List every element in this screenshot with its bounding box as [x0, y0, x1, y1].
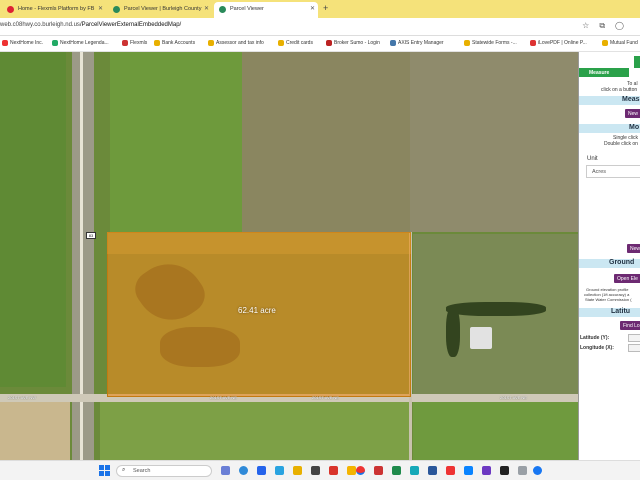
measure-header: Meas — [579, 96, 640, 105]
route-shield-icon: 83 — [86, 232, 96, 239]
tree-belt — [446, 302, 546, 316]
app-icon[interactable] — [446, 466, 455, 475]
chrome-icon[interactable] — [356, 466, 365, 475]
address-bar: web.c08hwy.co.burleigh.nd.us/ParcelViewe… — [0, 18, 640, 36]
amazon-icon[interactable] — [500, 466, 509, 475]
field — [110, 52, 242, 232]
app-icon[interactable] — [374, 466, 383, 475]
browser-tab-bar: Home - Flexmls Platform by FB ✕ Parcel V… — [0, 0, 640, 18]
bookmark-item[interactable]: Bank Accounts — [154, 40, 195, 46]
outlook-icon[interactable] — [257, 466, 266, 475]
tree-belt — [446, 307, 460, 357]
edge-icon[interactable] — [239, 466, 248, 475]
field — [410, 52, 578, 232]
bookmarks-bar: NextHome Inc. NextHome Legenda... Flexml… — [0, 36, 640, 52]
folder-icon — [602, 40, 608, 46]
longitude-label: Longitude (X): — [580, 345, 614, 351]
folder-icon — [278, 40, 284, 46]
road-label: 201ST AVE NE — [312, 395, 339, 400]
bookmark-item[interactable]: Flexmls — [122, 40, 147, 46]
folder-icon — [208, 40, 214, 46]
field — [413, 402, 578, 460]
close-tab-icon[interactable]: ✕ — [310, 5, 315, 12]
store-icon[interactable] — [311, 466, 320, 475]
app-icon[interactable] — [329, 466, 338, 475]
field — [0, 402, 70, 460]
latitude-input[interactable] — [628, 334, 640, 342]
longitude-input[interactable] — [628, 344, 640, 352]
parcel-viewer-favicon-icon — [219, 6, 226, 13]
latitude-label: Latitude (Y): — [580, 335, 610, 341]
panel-tab[interactable] — [634, 56, 640, 68]
find-location-button[interactable]: Find Lo — [620, 321, 640, 330]
bookmark-item[interactable]: Broker Sumo - Login — [326, 40, 380, 46]
bookmark-favicon-icon — [326, 40, 332, 46]
new-measure-button-2[interactable]: New — [627, 244, 640, 253]
app-icon[interactable] — [518, 466, 527, 475]
taskbar-search[interactable]: ⌕ Search — [116, 465, 212, 477]
tab-flexmls[interactable]: Home - Flexmls Platform by FB ✕ — [2, 2, 106, 18]
ground-elevation-header: Ground — [579, 259, 640, 268]
new-tab-button[interactable]: + — [323, 3, 328, 13]
tool-panel: Measure To al click on a button Meas New… — [578, 52, 640, 460]
bookmark-favicon-icon — [52, 40, 58, 46]
file-explorer-icon[interactable] — [293, 466, 302, 475]
bookmark-favicon-icon — [122, 40, 128, 46]
folder-icon — [154, 40, 160, 46]
building — [470, 327, 492, 349]
teams-icon[interactable] — [482, 466, 491, 475]
open-elevation-button[interactable]: Open Ele — [614, 274, 640, 283]
parcel-highlight — [107, 232, 411, 254]
lat-lon-header: Latitu — [579, 308, 640, 317]
extensions-icon[interactable]: ⧉ — [599, 21, 615, 30]
bookmark-favicon-icon — [2, 40, 8, 46]
bookmark-star-icon[interactable]: ☆ — [582, 21, 599, 30]
word-icon[interactable] — [428, 466, 437, 475]
tab-measure[interactable]: Measure — [579, 68, 629, 77]
road-label: 201ST AVE NE — [500, 395, 527, 400]
mode-header: Mo — [579, 124, 640, 133]
unit-select[interactable]: Acres — [586, 165, 640, 178]
bookmark-item[interactable]: AXIS Entry Manager — [390, 40, 444, 46]
bookmark-item[interactable]: Mutual Fund — [602, 40, 638, 46]
close-tab-icon[interactable]: ✕ — [204, 5, 209, 12]
bookmark-item[interactable]: iLovePDF | Online P... — [530, 40, 587, 46]
app-icon[interactable] — [410, 466, 419, 475]
folder-icon — [464, 40, 470, 46]
url-field[interactable]: web.c08hwy.co.burleigh.nd.us/ParcelViewe… — [0, 22, 181, 28]
bookmark-item[interactable]: Statewide Forms -... — [464, 40, 517, 46]
profile-icon[interactable]: ◯ — [615, 21, 634, 30]
search-icon: ⌕ — [122, 467, 126, 473]
parcel-area-label: 62.41 acre — [238, 306, 276, 315]
zoom-icon[interactable] — [464, 466, 473, 475]
parcel-viewer-favicon-icon — [113, 6, 120, 13]
bookmark-item[interactable]: NextHome Inc. — [2, 40, 43, 46]
app-icon[interactable] — [347, 466, 356, 475]
mail-icon[interactable] — [275, 466, 284, 475]
task-view-icon[interactable] — [221, 466, 230, 475]
road-label: 201ST AVE NE — [210, 395, 237, 400]
bookmark-item[interactable]: NextHome Legenda... — [52, 40, 109, 46]
tab-parcel-viewer-burleigh[interactable]: Parcel Viewer | Burleigh County ✕ — [108, 2, 212, 18]
field — [0, 52, 66, 387]
field — [242, 52, 410, 232]
parcel-map[interactable]: 62.41 acre 83 201ST AVE NW 201ST AVE NE … — [0, 52, 578, 460]
unit-label: Unit — [587, 156, 598, 162]
excel-icon[interactable] — [392, 466, 401, 475]
close-tab-icon[interactable]: ✕ — [98, 5, 103, 12]
new-measure-button[interactable]: New — [625, 109, 640, 118]
windows-start-icon[interactable] — [99, 465, 110, 476]
flexmls-favicon-icon — [7, 6, 14, 13]
bookmark-item[interactable]: Assessor and tax info — [208, 40, 264, 46]
bookmark-item[interactable]: Credit cards — [278, 40, 313, 46]
bookmark-favicon-icon — [530, 40, 536, 46]
tab-parcel-viewer[interactable]: Parcel Viewer ✕ — [214, 2, 318, 18]
road-label: 201ST AVE NW — [8, 395, 37, 400]
bookmark-favicon-icon — [390, 40, 396, 46]
field — [100, 402, 410, 460]
taskbar: ⌕ Search — [0, 460, 640, 480]
facebook-icon[interactable] — [533, 466, 542, 475]
